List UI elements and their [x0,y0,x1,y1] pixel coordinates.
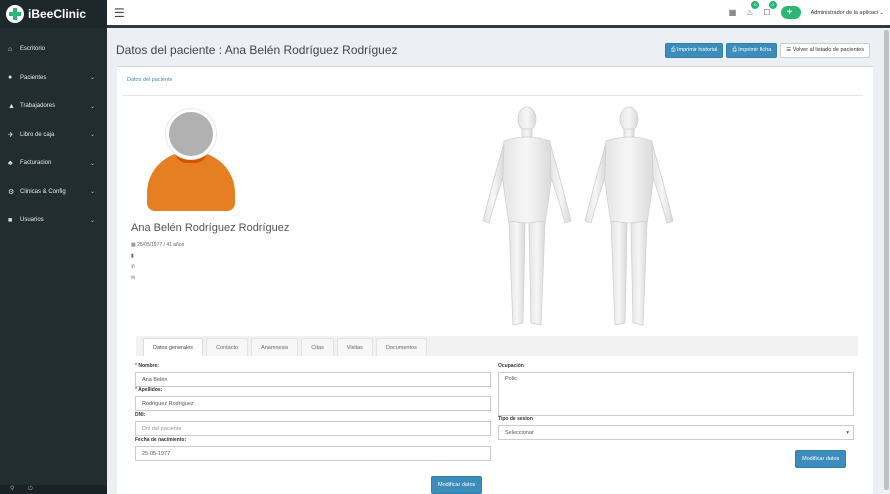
patient-info: ▦ 25/05/1977 / 41 años ▮ ✆ ✉ [131,240,184,284]
home-icon: ⌂ [8,45,13,53]
calendar-icon[interactable]: ▦ [729,8,737,17]
form-right: Ocupación Polic Tipo de sesion Seleccion… [498,363,854,440]
tab-documentos[interactable]: Documentos [375,338,427,356]
bell-icon[interactable]: ♨ 0 [746,1,760,17]
app-logo[interactable]: iBeeClinic [0,0,107,28]
page-title: Datos del paciente : Ana Belén Rodríguez… [116,43,398,57]
cloud-plus-icon[interactable] [780,6,801,19]
nombre-label-text: Nombre: [138,363,159,369]
print-sheet-button[interactable]: ⎙ Imprimir ficha [726,42,778,58]
box-title: Datos del paciente [127,77,173,83]
tab-datos-generales[interactable]: Datos generales [143,338,204,356]
avatar-head [166,109,216,159]
sidebar-item-label: Usuarios [20,217,44,224]
tasks-icon[interactable]: ☐ 0 [763,1,777,17]
avatar [147,107,235,211]
tipo-sesion-select[interactable]: Seleccionar ▾ [498,425,854,440]
sidebar: iBeeClinic ⌂ Escritorio ● Pacientes ⌄ ▲ … [0,0,107,494]
scrollbar-thumb[interactable] [884,30,889,490]
sidebar-footer: ⚲ ⏻ [0,485,107,494]
sidebar-item-facturacion[interactable]: ♣ Facturacion ⌄ [0,149,107,178]
content-header: Datos del paciente : Ana Belén Rodríguez… [116,40,870,60]
ocupacion-label: Ocupación [498,363,524,369]
divider [123,95,863,96]
fecha-label: Fecha de nacimiento: [135,437,187,443]
dni-label: DNI: [135,412,146,418]
sidebar-item-label: Clinicas & Config [20,188,66,195]
chevron-down-icon: ▾ [846,429,849,436]
tab-visitas[interactable]: Visitas [336,338,373,356]
birth-row: ▦ 25/05/1977 / 41 años [131,240,184,251]
patient-name: Ana Belén Rodríguez Rodríguez [131,222,290,234]
birth-text: 25/05/1977 / 41 años [137,242,185,248]
sidebar-item-escritorio[interactable]: ⌂ Escritorio [0,35,107,64]
print-sheet-label: Imprimir ficha [738,47,772,53]
tasks-badge: 0 [768,1,777,9]
chevron-down-icon: ⌄ [89,160,95,167]
topbar: ☰ ▦ ♨0 ☐0 Administrador de la aplicaci ⌄ [107,0,890,28]
plane-icon: ✈ [8,131,14,139]
sidebar-item-label: Escritorio [20,46,46,53]
body-front [482,106,572,326]
chevron-down-icon: ⌄ [89,75,95,82]
nombre-input[interactable]: Ana Belén [135,372,491,387]
body-back [584,106,674,326]
tab-citas[interactable]: Citas [301,338,334,356]
chevron-down-icon: ⌄ [89,103,95,110]
fecha-input[interactable]: 25-05-1977 [135,446,491,461]
sidebar-item-clinicas-config[interactable]: ⚙ Clinicas & Config ⌄ [0,178,107,207]
notif-badge: 0 [751,1,760,9]
scrollbar[interactable] [883,28,890,494]
save-button-left[interactable]: Modificar datos [431,476,483,494]
tab-anamnesis[interactable]: Anamnesis [251,338,299,356]
tab-contacto[interactable]: Contacto [206,338,249,356]
sidebar-item-label: Trabajadores [20,103,56,110]
chevron-down-icon: ⌄ [89,217,95,224]
menu-toggle-icon[interactable]: ☰ [114,6,125,20]
back-to-list-button[interactable]: ☰ Volver al listado de pacientes [780,42,870,58]
topbar-right: ▦ ♨0 ☐0 Administrador de la aplicaci ⌄ [729,1,890,19]
lock-icon: ■ [8,216,13,224]
dni-input[interactable]: Dni del paciente [135,421,491,436]
nombre-label: * Nombre: [135,363,491,372]
cogs-icon: ⚙ [8,188,15,196]
logo-text: iBeeClinic [28,7,87,21]
apellidos-label-text: Apellidos: [138,387,163,393]
users-icon: ● [8,74,13,82]
document-icon: ▮ [131,253,134,259]
patient-box: Datos del paciente Ana Belén Rodríguez R… [117,66,873,494]
save-button-right[interactable]: Modificar datos [795,450,847,468]
apellidos-input[interactable]: Rodriguez Rodriguez [135,396,491,411]
chevron-down-icon: ⌄ [89,189,95,196]
sidebar-item-pacientes[interactable]: ● Pacientes ⌄ [0,64,107,93]
print-history-label: Imprimir historial [676,47,718,53]
phone-icon: ✆ [131,264,136,270]
ocupacion-textarea[interactable]: Polic [498,372,854,416]
print-history-button[interactable]: ⎙ Imprimir historial [665,42,724,58]
sidebar-menu: ⌂ Escritorio ● Pacientes ⌄ ▲ Trabajadore… [0,35,107,235]
user-menu[interactable]: Administrador de la aplicaci ⌄ [811,10,884,16]
user-icon: ▲ [8,102,15,110]
header-buttons: ⎙ Imprimir historial ⎙ Imprimir ficha ☰ … [665,42,870,58]
tipo-sesion-label: Tipo de sesion [498,416,533,422]
sidebar-item-label: Libro de caja [20,131,55,138]
chevron-down-icon: ⌄ [89,132,95,139]
tipo-sesion-value: Seleccionar [505,429,534,436]
sidebar-item-label: Facturacion [20,160,52,167]
handshake-icon: ♣ [8,159,13,167]
patient-tabs: Datos generales Contacto Anamnesis Citas… [136,336,858,356]
sidebar-item-trabajadores[interactable]: ▲ Trabajadores ⌄ [0,92,107,121]
sidebar-item-label: Pacientes [20,74,47,81]
back-label: Volver al listado de pacientes [792,47,864,53]
apellidos-label: * Apellidos: [135,387,491,396]
user-label: Administrador de la aplicaci [810,9,878,16]
sidebar-item-libro-de-caja[interactable]: ✈ Libro de caja ⌄ [0,121,107,150]
sidebar-item-usuarios[interactable]: ■ Usuarios ⌄ [0,206,107,235]
body-chart[interactable] [477,105,687,331]
form-left: * Nombre: Ana Belén * Apellidos: Rodrigu… [135,363,491,461]
logo-plus-icon [6,5,24,23]
email-icon: ✉ [131,275,136,281]
